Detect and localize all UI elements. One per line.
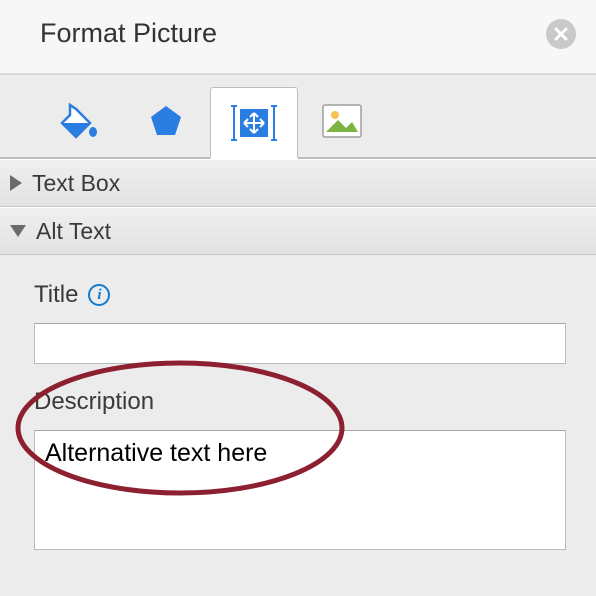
title-label: Title: [34, 281, 78, 309]
close-button[interactable]: [546, 19, 576, 49]
tab-effects[interactable]: [122, 85, 210, 157]
info-icon[interactable]: i: [88, 284, 110, 306]
close-icon: [554, 27, 568, 41]
panel-title: Format Picture: [40, 18, 217, 49]
panel-header: Format Picture: [0, 0, 596, 74]
chevron-down-icon: [10, 225, 26, 237]
fill-line-icon: [56, 99, 100, 143]
tab-picture[interactable]: [298, 85, 386, 157]
size-properties-icon: [231, 102, 277, 144]
section-text-box[interactable]: Text Box: [0, 159, 596, 207]
effects-icon: [147, 102, 185, 140]
format-tabs: [0, 74, 596, 159]
chevron-right-icon: [10, 175, 22, 191]
picture-icon: [322, 104, 362, 138]
tab-size-properties[interactable]: [210, 87, 298, 159]
section-label-alt-text: Alt Text: [36, 218, 111, 245]
description-textarea[interactable]: [34, 430, 566, 550]
alt-text-content: Title i Description: [0, 255, 596, 550]
section-label-text-box: Text Box: [32, 170, 120, 197]
description-label: Description: [34, 388, 570, 416]
tab-fill-line[interactable]: [34, 85, 122, 157]
title-label-row: Title i: [34, 281, 570, 309]
section-alt-text[interactable]: Alt Text: [0, 207, 596, 255]
title-input[interactable]: [34, 323, 566, 364]
